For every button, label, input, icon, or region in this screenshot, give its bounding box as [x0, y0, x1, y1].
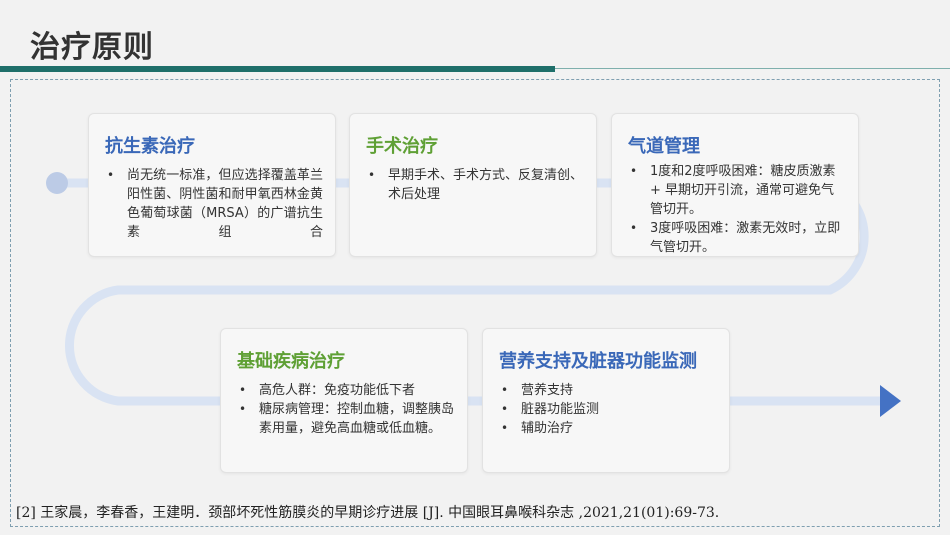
card-basic-disease: 基础疾病治疗 高危人群：免疫功能低下者 糖尿病管理：控制血糖，调整胰岛素用量，避… — [220, 328, 468, 473]
card-airway: 气道管理 1度和2度呼吸困难：糖皮质激素 + 早期切开引流，通常可避免气管切开。… — [611, 113, 859, 257]
card-basic-disease-item: 高危人群：免疫功能低下者 — [237, 381, 455, 400]
card-basic-disease-title: 基础疾病治疗 — [237, 351, 345, 372]
card-nutrition-title: 营养支持及脏器功能监测 — [499, 351, 697, 372]
card-basic-disease-list: 高危人群：免疫功能低下者 糖尿病管理：控制血糖，调整胰岛素用量，避免高血糖或低血… — [237, 381, 455, 438]
card-surgery-list: 早期手术、手术方式、反复清创、术后处理 — [366, 166, 584, 204]
card-antibiotic-list: 尚无统一标准，但应选择覆盖革兰阳性菌、阴性菌和耐甲氧西林金黄色葡萄球菌（MRSA… — [105, 166, 323, 242]
flow-path — [46, 172, 901, 417]
card-nutrition: 营养支持及脏器功能监测 营养支持 脏器功能监测 辅助治疗 — [482, 328, 730, 473]
card-antibiotic-item: 尚无统一标准，但应选择覆盖革兰阳性菌、阴性菌和耐甲氧西林金黄色葡萄球菌（MRSA… — [105, 166, 323, 242]
flow-end-arrow-icon — [880, 385, 901, 417]
card-surgery-title: 手术治疗 — [366, 136, 438, 157]
card-nutrition-item: 脏器功能监测 — [499, 400, 717, 419]
card-airway-title: 气道管理 — [628, 136, 700, 157]
card-airway-item: 1度和2度呼吸困难：糖皮质激素 + 早期切开引流，通常可避免气管切开。 — [628, 162, 846, 219]
card-nutrition-item: 营养支持 — [499, 381, 717, 400]
card-surgery: 手术治疗 早期手术、手术方式、反复清创、术后处理 — [349, 113, 597, 257]
reference-citation: [2] 王家晨，李春香，王建明．颈部坏死性筋膜炎的早期诊疗进展 [J]. 中国眼… — [16, 505, 720, 521]
card-basic-disease-item: 糖尿病管理：控制血糖，调整胰岛素用量，避免高血糖或低血糖。 — [237, 400, 455, 438]
card-airway-list: 1度和2度呼吸困难：糖皮质激素 + 早期切开引流，通常可避免气管切开。 3度呼吸… — [628, 162, 846, 257]
card-airway-item: 3度呼吸困难：激素无效时，立即气管切开。 — [628, 219, 846, 257]
card-antibiotic: 抗生素治疗 尚无统一标准，但应选择覆盖革兰阳性菌、阴性菌和耐甲氧西林金黄色葡萄球… — [88, 113, 336, 257]
card-antibiotic-title: 抗生素治疗 — [105, 136, 195, 157]
card-nutrition-list: 营养支持 脏器功能监测 辅助治疗 — [499, 381, 717, 438]
card-surgery-item: 早期手术、手术方式、反复清创、术后处理 — [366, 166, 584, 204]
card-nutrition-item: 辅助治疗 — [499, 419, 717, 438]
flow-start-dot — [46, 172, 68, 194]
